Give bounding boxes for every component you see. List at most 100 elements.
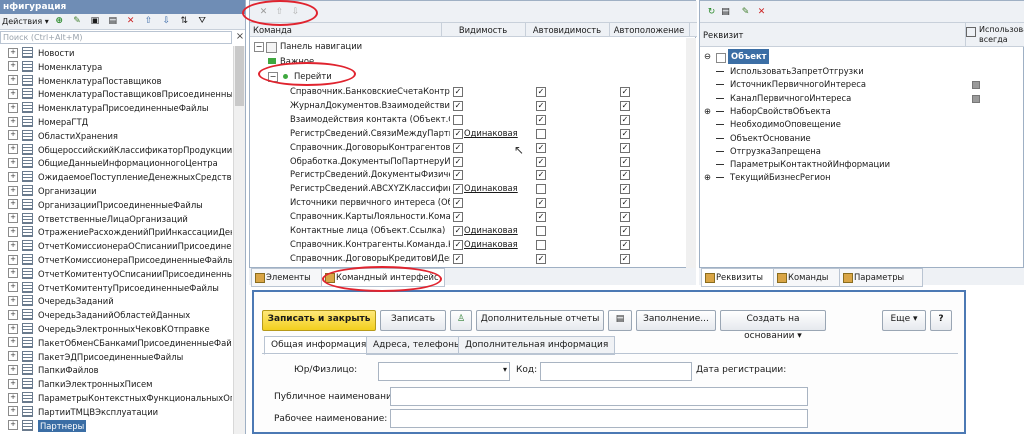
config-list-item[interactable]: + Партнеры (0, 419, 232, 434)
expand-icon[interactable]: + (8, 213, 18, 224)
delete-icon[interactable]: ✕ (756, 7, 767, 18)
auto-visibility-checkbox[interactable] (536, 226, 546, 236)
expand-icon[interactable]: + (8, 199, 18, 210)
config-list-item[interactable]: + ПапкиЭлектронныхПисем (0, 377, 232, 392)
expand-icon[interactable]: + (8, 323, 18, 334)
expand-icon[interactable]: + (8, 268, 18, 279)
expand-icon[interactable]: ⊕ (704, 170, 711, 185)
command-row[interactable]: ЖурналДокументов.Взаимодействия... ✓ ✓ ✓ (250, 98, 686, 113)
visibility-mode-link[interactable]: Одинаковая (464, 181, 518, 196)
auto-visibility-checkbox[interactable]: ✓ (536, 253, 546, 264)
attribute-root-row[interactable]: ⊖ Объект (700, 49, 970, 64)
actions-menu[interactable]: Действия ▾ (0, 17, 49, 26)
config-list-item[interactable]: + ОтчетКомитентуПрисоединенныеФайлы (0, 281, 232, 296)
clear-search-icon[interactable]: × (234, 31, 245, 44)
auto-visibility-checkbox[interactable]: ✓ (536, 142, 546, 153)
person-icon-button[interactable]: ♙ (450, 310, 472, 331)
visibility-mode-link[interactable]: Одинаковая (464, 223, 518, 238)
tab-commands[interactable]: Команды (773, 268, 849, 287)
config-list-item[interactable]: + ОчередьЭлектронныхЧековКОтправке (0, 322, 232, 337)
expand-icon[interactable]: + (8, 406, 18, 417)
visibility-checkbox[interactable]: ✓ (453, 212, 463, 223)
help-button[interactable]: ? (930, 310, 952, 331)
expand-icon[interactable]: + (8, 88, 18, 99)
save-and-close-button[interactable]: Записать и закрыть (262, 310, 376, 331)
command-row[interactable]: Справочник.ДоговорыКредитовИДепо... ✓ ✓ ✓ (250, 251, 686, 266)
command-row[interactable]: Справочник.БанковскиеСчетаКонтраг... ✓ ✓ ✓ (250, 84, 686, 99)
auto-position-checkbox[interactable]: ✓ (620, 184, 630, 195)
filter-icon[interactable]: ⛛ (197, 16, 208, 27)
fill-button[interactable]: Заполнение... (636, 310, 716, 331)
add-icon[interactable]: ⊕ (54, 16, 65, 27)
command-row[interactable]: Справочник.ДоговорыКонтрагентов.К... ✓ ✓ ✓ (250, 140, 686, 155)
move-down-icon[interactable]: ⇩ (161, 16, 172, 27)
visibility-checkbox[interactable]: ✓ (453, 87, 463, 97)
auto-visibility-checkbox[interactable]: ✓ (536, 100, 546, 111)
col-auto-visibility[interactable]: Автовидимость (522, 23, 610, 37)
expand-icon[interactable]: + (8, 116, 18, 127)
search-input[interactable]: Поиск (Ctrl+Alt+M) (0, 31, 232, 44)
command-row[interactable]: РегистрСведений.ABCXYZКлассифика... ✓ Один… (250, 181, 686, 196)
command-row[interactable]: РегистрСведений.ДокументыФизичес... ✓ ✓ ✓ (250, 167, 686, 182)
list-icon[interactable]: ▤ (720, 7, 731, 18)
config-list-item[interactable]: + Номенклатура (0, 60, 232, 75)
command-row[interactable]: Справочник.КартыЛояльности.Команд...✓✓✓ (250, 209, 686, 224)
create-based-on-button[interactable]: Создать на основании ▾ (720, 310, 826, 341)
command-row[interactable]: Источники первичного интереса (Объе...✓✓… (250, 195, 686, 210)
auto-position-checkbox[interactable]: ✓ (620, 114, 630, 125)
auto-position-checkbox[interactable]: ✓ (620, 156, 630, 167)
visibility-checkbox[interactable]: ✓ (453, 142, 463, 153)
expand-icon[interactable]: + (8, 282, 18, 293)
collapse-icon[interactable]: − (254, 42, 264, 52)
visibility-checkbox[interactable]: ✓ (453, 198, 463, 209)
config-list-item[interactable]: + ОбластиХранения (0, 129, 232, 144)
public-name-field[interactable] (390, 387, 808, 406)
expand-icon[interactable]: + (8, 171, 18, 182)
edit-icon[interactable]: ✎ (740, 7, 751, 18)
config-list-item[interactable]: + НоменклатураПоставщиковПрисоединенныеФа… (0, 87, 232, 102)
tab-attributes[interactable]: Реквизиты (701, 268, 783, 287)
expand-icon[interactable]: + (8, 185, 18, 196)
expand-icon[interactable]: + (8, 295, 18, 306)
config-list-item[interactable]: + ОтражениеРасхожденийПриИнкассацииДенежн… (0, 225, 232, 240)
config-list-item[interactable]: + ПапкиФайлов (0, 363, 232, 378)
expand-icon[interactable]: + (8, 75, 18, 86)
person-type-field[interactable]: ▾ (378, 362, 510, 381)
config-list-item[interactable]: + ОтчетКомиссионераПрисоединенныеФайлы (0, 253, 232, 268)
expand-icon[interactable]: + (8, 144, 18, 155)
tab-parameters[interactable]: Параметры (839, 268, 923, 287)
config-list-item[interactable]: + ПакетОбменСБанкамиПрисоединенныеФайлы (0, 336, 232, 351)
expand-icon[interactable]: + (8, 309, 18, 320)
more-button[interactable]: Еще ▾ (882, 310, 926, 331)
command-row[interactable]: Обработка.ДокументыПоПартнеруИС... ✓ ✓ ✓ (250, 154, 686, 169)
print-button[interactable]: ▤ (608, 310, 632, 331)
left-scrollbar[interactable] (233, 46, 245, 434)
visibility-checkbox[interactable]: ✓ (453, 100, 463, 111)
config-list-item[interactable]: + ПартииТМЦВЭксплуатации (0, 405, 232, 420)
visibility-checkbox[interactable]: ✓ (453, 184, 463, 195)
auto-position-checkbox[interactable]: ✓ (620, 128, 630, 139)
auto-position-checkbox[interactable]: ✓ (620, 170, 630, 181)
config-list-item[interactable]: + НомераГТД (0, 115, 232, 130)
col-auto-position[interactable]: Автоположение (606, 23, 690, 37)
command-row[interactable]: Справочник.Контрагенты.Команда.Ко... ✓ Оди… (250, 237, 686, 252)
config-list-item[interactable]: + ОбщероссийскийКлассификаторПродукции (0, 143, 232, 158)
work-name-field[interactable] (390, 409, 808, 428)
auto-position-checkbox[interactable]: ✓ (620, 142, 630, 153)
config-list-item[interactable]: + ОжидаемоеПоступлениеДенежныхСредствПрис… (0, 170, 232, 185)
use-always-checkbox[interactable] (972, 81, 980, 90)
config-list-item[interactable]: + ОтчетКомиссионераОСписанииПрисоединенны… (0, 239, 232, 254)
auto-visibility-checkbox[interactable]: ✓ (536, 198, 546, 209)
edit-icon[interactable]: ✎ (71, 16, 82, 27)
additional-reports-button[interactable]: Дополнительные отчеты (476, 310, 604, 331)
config-list-item[interactable]: + ПараметрыКонтекстныхФункциональныхОпций (0, 391, 232, 406)
expand-icon[interactable]: + (8, 337, 18, 348)
config-list-item[interactable]: + НоменклатураПоставщиков (0, 74, 232, 89)
expand-icon[interactable]: + (8, 61, 18, 72)
auto-visibility-checkbox[interactable]: ✓ (536, 114, 546, 125)
config-list-item[interactable]: + Новости (0, 46, 232, 61)
visibility-mode-link[interactable]: Одинаковая (464, 237, 518, 252)
auto-position-checkbox[interactable]: ✓ (620, 100, 630, 111)
visibility-checkbox[interactable]: ✓ (453, 253, 463, 264)
config-list-item[interactable]: + Организации (0, 184, 232, 199)
